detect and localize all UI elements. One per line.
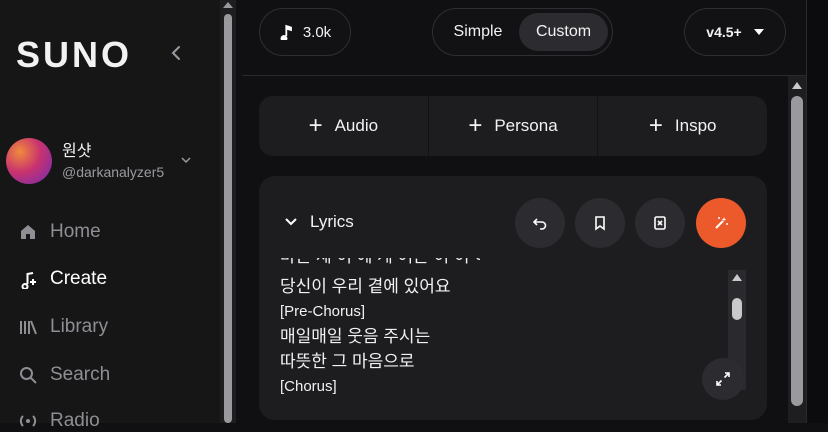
expand-lyrics-button[interactable] [702, 358, 744, 400]
lyric-line: [Pre-Chorus] [280, 303, 366, 320]
lyric-line: [Chorus] [280, 378, 337, 394]
add-audio-button[interactable]: + Audio [259, 96, 428, 156]
chevron-down-icon [285, 218, 297, 226]
suno-logo[interactable]: SUNO [16, 34, 132, 76]
music-note-icon [280, 24, 292, 40]
add-audio-label: Audio [334, 116, 379, 135]
plus-icon: + [648, 112, 663, 139]
sidebar-item-radio[interactable]: Radio [18, 410, 100, 432]
sidebar-item-label: Library [50, 316, 109, 337]
lyrics-title: Lyrics [310, 212, 354, 231]
mode-custom-button[interactable]: Custom [519, 13, 608, 51]
header-divider [242, 75, 806, 76]
undo-button[interactable] [515, 198, 565, 248]
plus-icon: + [308, 112, 323, 139]
bookmark-button[interactable] [575, 198, 625, 248]
scrollbar-thumb[interactable] [732, 298, 742, 320]
add-options-bar: + Audio + Persona + Inspo [259, 96, 767, 156]
right-panel-edge [806, 0, 828, 423]
model-version-dropdown[interactable]: v4.5+ [684, 8, 786, 56]
expand-icon [716, 372, 730, 386]
avatar[interactable] [6, 138, 52, 184]
user-handle[interactable]: @darkanalyzer5 [62, 164, 174, 180]
sidebar-scrollbar[interactable] [220, 0, 236, 423]
lyrics-textarea[interactable]: 당신이 우리 곁에 있어요 [Pre-Chorus] 매일매일 웃음 주시는 따… [280, 262, 726, 394]
caret-down-icon [753, 29, 764, 35]
main-scrollbar[interactable] [788, 76, 806, 423]
radio-icon [19, 415, 37, 427]
add-persona-label: Persona [494, 116, 558, 135]
scrollbar-thumb[interactable] [224, 14, 232, 423]
sidebar-item-create[interactable]: Create [18, 268, 107, 290]
scrollbar-thumb[interactable] [791, 96, 803, 406]
undo-icon [532, 218, 547, 230]
credits-badge[interactable]: 3.0k [259, 8, 351, 56]
sidebar-item-search[interactable]: Search [18, 364, 110, 386]
sidebar-item-library[interactable]: Library [18, 316, 108, 338]
add-persona-button[interactable]: + Persona [427, 96, 598, 156]
sidebar-item-label: Home [50, 221, 101, 242]
user-name[interactable]: 원샷 [62, 137, 91, 161]
create-icon [21, 272, 36, 289]
sidebar-item-label: Radio [50, 410, 100, 431]
search-icon [20, 367, 37, 384]
scroll-up-arrow-icon[interactable] [792, 82, 802, 89]
clear-lyrics-button[interactable] [635, 198, 685, 248]
collapse-sidebar-icon[interactable] [168, 44, 186, 62]
add-inspo-button[interactable]: + Inspo [597, 96, 767, 156]
add-inspo-label: Inspo [674, 116, 717, 135]
library-icon [20, 320, 37, 335]
lyric-line: 당신이 우리 곁에 있어요 [280, 277, 451, 296]
sidebar-item-label: Create [50, 268, 108, 289]
lyrics-toggle[interactable]: Lyrics [284, 212, 354, 232]
sidebar-item-home[interactable]: Home [18, 221, 101, 243]
magic-write-button[interactable] [696, 198, 746, 248]
model-version-label: v4.5+ [706, 24, 742, 40]
scroll-up-arrow-icon[interactable] [223, 2, 233, 8]
lyric-line: 매일매일 웃음 주시는 [280, 327, 431, 346]
sidebar: SUNO 원샷 @darkanalyzer5 Home Create Libra… [0, 0, 220, 431]
clear-icon [654, 216, 666, 230]
user-menu-chevron-icon[interactable] [180, 155, 192, 165]
mode-toggle[interactable]: Simple Custom [432, 8, 613, 56]
plus-icon: + [468, 112, 483, 139]
home-icon [21, 225, 35, 239]
sidebar-item-label: Search [50, 364, 111, 385]
mode-simple-button[interactable]: Simple [437, 13, 519, 51]
credits-value: 3.0k [302, 23, 332, 41]
scroll-up-arrow-icon[interactable] [732, 274, 742, 281]
bookmark-icon [595, 216, 605, 231]
magic-wand-icon [715, 217, 728, 229]
lyric-line: 따뜻한 그 마음으로 [280, 352, 415, 371]
